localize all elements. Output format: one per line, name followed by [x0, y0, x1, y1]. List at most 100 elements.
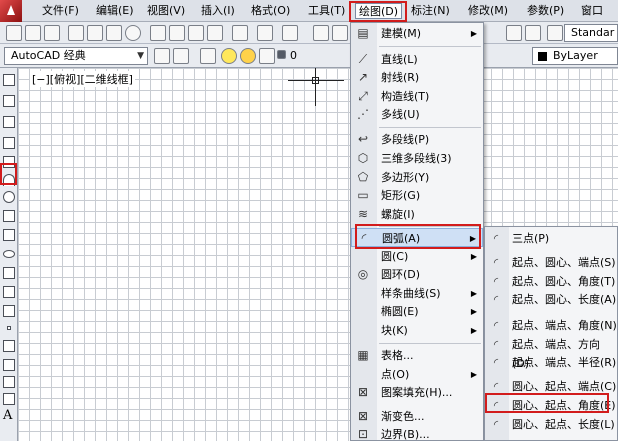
layer-lock-icon[interactable] [259, 48, 275, 64]
circle-tool-icon[interactable] [3, 191, 15, 203]
menu-edit[interactable]: 编辑(E) [96, 3, 134, 19]
autocad-logo-icon[interactable] [0, 0, 22, 22]
polyline-tool-icon[interactable] [3, 116, 15, 128]
menu-insert[interactable]: 插入(I) [201, 3, 235, 19]
open-file-icon[interactable] [25, 25, 41, 41]
copy-icon[interactable] [169, 25, 185, 41]
submenu-arrow-icon: ▶ [470, 289, 477, 298]
block-editor-icon[interactable] [232, 25, 248, 41]
submenu-item-sca[interactable]: ◜ 起点、圆心、角度(T) [485, 272, 617, 291]
color-combo[interactable]: ByLayer [532, 47, 618, 65]
customize-icon[interactable] [173, 48, 189, 64]
menu-item-label: 多段线(P) [381, 133, 430, 146]
submenu-item-sce[interactable]: ◜ 起点、圆心、端点(S) [485, 253, 617, 272]
color-swatch [538, 52, 547, 61]
workspace-settings-icon[interactable] [154, 48, 170, 64]
submenu-item-scl[interactable]: ◜ 起点、圆心、长度(A) [485, 290, 617, 309]
redo-icon[interactable] [282, 25, 298, 41]
submenu-item-sea[interactable]: ◜ 起点、端点、角度(N) [485, 316, 617, 335]
menu-item-ellipse[interactable]: 椭圆(E) ▶ [351, 302, 483, 321]
ellipse-tool-icon[interactable] [3, 250, 15, 258]
help-icon[interactable] [506, 25, 522, 41]
menu-item-label: 椭圆(E) [381, 305, 419, 318]
new-file-icon[interactable] [6, 25, 22, 41]
submenu-item-sed[interactable]: ◜ 起点、端点、方向(D) [485, 335, 617, 370]
current-layer-name[interactable]: 0 [290, 49, 297, 62]
menu-item-polyline[interactable]: ↩ 多段线(P) [351, 130, 483, 149]
menu-item-table[interactable]: ▦ 表格... [351, 346, 483, 365]
menu-item-multiline[interactable]: ⋰ 多线(U) [351, 105, 483, 124]
pan-icon[interactable] [313, 25, 329, 41]
menu-item-helix[interactable]: ≋ 螺旋(I) [351, 205, 483, 224]
gradient-tool-icon[interactable] [3, 359, 15, 371]
menu-item-label: 边界(B)... [381, 428, 430, 441]
undo-icon[interactable] [257, 25, 273, 41]
zoom-realtime-icon[interactable] [332, 25, 348, 41]
hatch-tool-icon[interactable] [3, 340, 15, 352]
menu-item-donut[interactable]: ◎ 圆环(D) [351, 265, 483, 284]
region-tool-icon[interactable] [3, 376, 15, 388]
insert-block-tool-icon[interactable] [3, 286, 15, 298]
make-block-tool-icon[interactable] [3, 305, 15, 317]
submenu-item-ser[interactable]: ◜ 起点、端点、半径(R) [485, 353, 617, 372]
submenu-item-csl[interactable]: ◜ 圆心、起点、长度(L) [485, 415, 617, 434]
publish-icon[interactable] [106, 25, 122, 41]
menu-parameters[interactable]: 参数(P) [527, 3, 564, 19]
menu-item-3d-polyline[interactable]: ⬡ 三维多段线(3) [351, 149, 483, 168]
menu-item-line[interactable]: ⟋ 直线(L) [351, 50, 483, 69]
submenu-item-label: 三点(P) [512, 232, 550, 245]
menu-file[interactable]: 文件(F) [42, 3, 79, 19]
helix-icon: ≋ [357, 207, 369, 221]
layer-freeze-icon[interactable] [240, 48, 256, 64]
menu-format[interactable]: 格式(O) [251, 3, 290, 19]
line-tool-icon[interactable] [3, 74, 15, 86]
menu-item-rectangle[interactable]: ▭ 矩形(G) [351, 186, 483, 205]
table-tool-icon[interactable] [3, 393, 15, 405]
menu-modify[interactable]: 修改(M) [468, 3, 508, 19]
match-properties-icon[interactable] [207, 25, 223, 41]
menu-item-ray[interactable]: ↗ 射线(R) [351, 68, 483, 87]
menu-item-modeling[interactable]: ▤ 建模(M) ▶ [351, 24, 483, 43]
spline-tool-icon[interactable] [3, 229, 15, 241]
viewport-controls[interactable]: [−][俯视][二维线框] [30, 71, 135, 87]
workspace-combo[interactable]: AutoCAD 经典 ▼ [4, 47, 148, 65]
render-icon[interactable] [125, 25, 141, 41]
save-icon[interactable] [44, 25, 60, 41]
menu-item-block[interactable]: 块(K) ▶ [351, 321, 483, 340]
annotative-icon[interactable] [547, 25, 563, 41]
layer-properties-icon[interactable] [200, 48, 216, 64]
menu-item-polygon[interactable]: ⬠ 多边形(Y) [351, 168, 483, 187]
cut-icon[interactable] [150, 25, 166, 41]
3d-polyline-icon: ⬡ [357, 151, 369, 165]
menu-item-label: 块(K) [381, 324, 408, 337]
menu-item-circle[interactable]: 圆(C) ▶ [351, 247, 483, 266]
menu-item-boundary[interactable]: ⊡ 边界(B)... [351, 425, 483, 441]
menu-item-point[interactable]: 点(O) ▶ [351, 365, 483, 384]
xline-tool-icon[interactable] [3, 95, 15, 107]
ellipse-icon [356, 305, 370, 318]
text-style-combo[interactable]: Standar [564, 24, 618, 42]
arc-csl-icon: ◜ [493, 418, 499, 431]
menu-item-gradient[interactable]: ⊠ 渐变色... [351, 407, 483, 426]
paste-icon[interactable] [188, 25, 204, 41]
submenu-item-3point[interactable]: ◜ 三点(P) [485, 229, 617, 248]
mtext-tool-icon[interactable]: A [3, 409, 15, 422]
menu-item-spline[interactable]: 样条曲线(S) ▶ [351, 284, 483, 303]
menu-item-hatch[interactable]: ⊠ 图案填充(H)... [351, 383, 483, 402]
polygon-tool-icon[interactable] [3, 137, 15, 149]
menu-view[interactable]: 视图(V) [147, 3, 185, 19]
point-tool-icon[interactable] [7, 326, 11, 330]
print-icon[interactable] [68, 25, 84, 41]
submenu-arrow-icon: ▶ [470, 29, 477, 38]
ellipse-arc-tool-icon[interactable] [3, 267, 15, 279]
revcloud-tool-icon[interactable] [3, 210, 15, 222]
menu-item-label: 构造线(T) [381, 90, 430, 103]
menu-tools[interactable]: 工具(T) [308, 3, 345, 19]
menu-window[interactable]: 窗口 [581, 3, 603, 19]
gradient-icon: ⊠ [357, 409, 369, 423]
menu-dimension[interactable]: 标注(N) [411, 3, 450, 19]
text-style-icon[interactable] [525, 25, 541, 41]
layer-on-bulb-icon[interactable] [221, 48, 237, 64]
menu-item-xline[interactable]: ⤢ 构造线(T) [351, 87, 483, 106]
print-preview-icon[interactable] [87, 25, 103, 41]
